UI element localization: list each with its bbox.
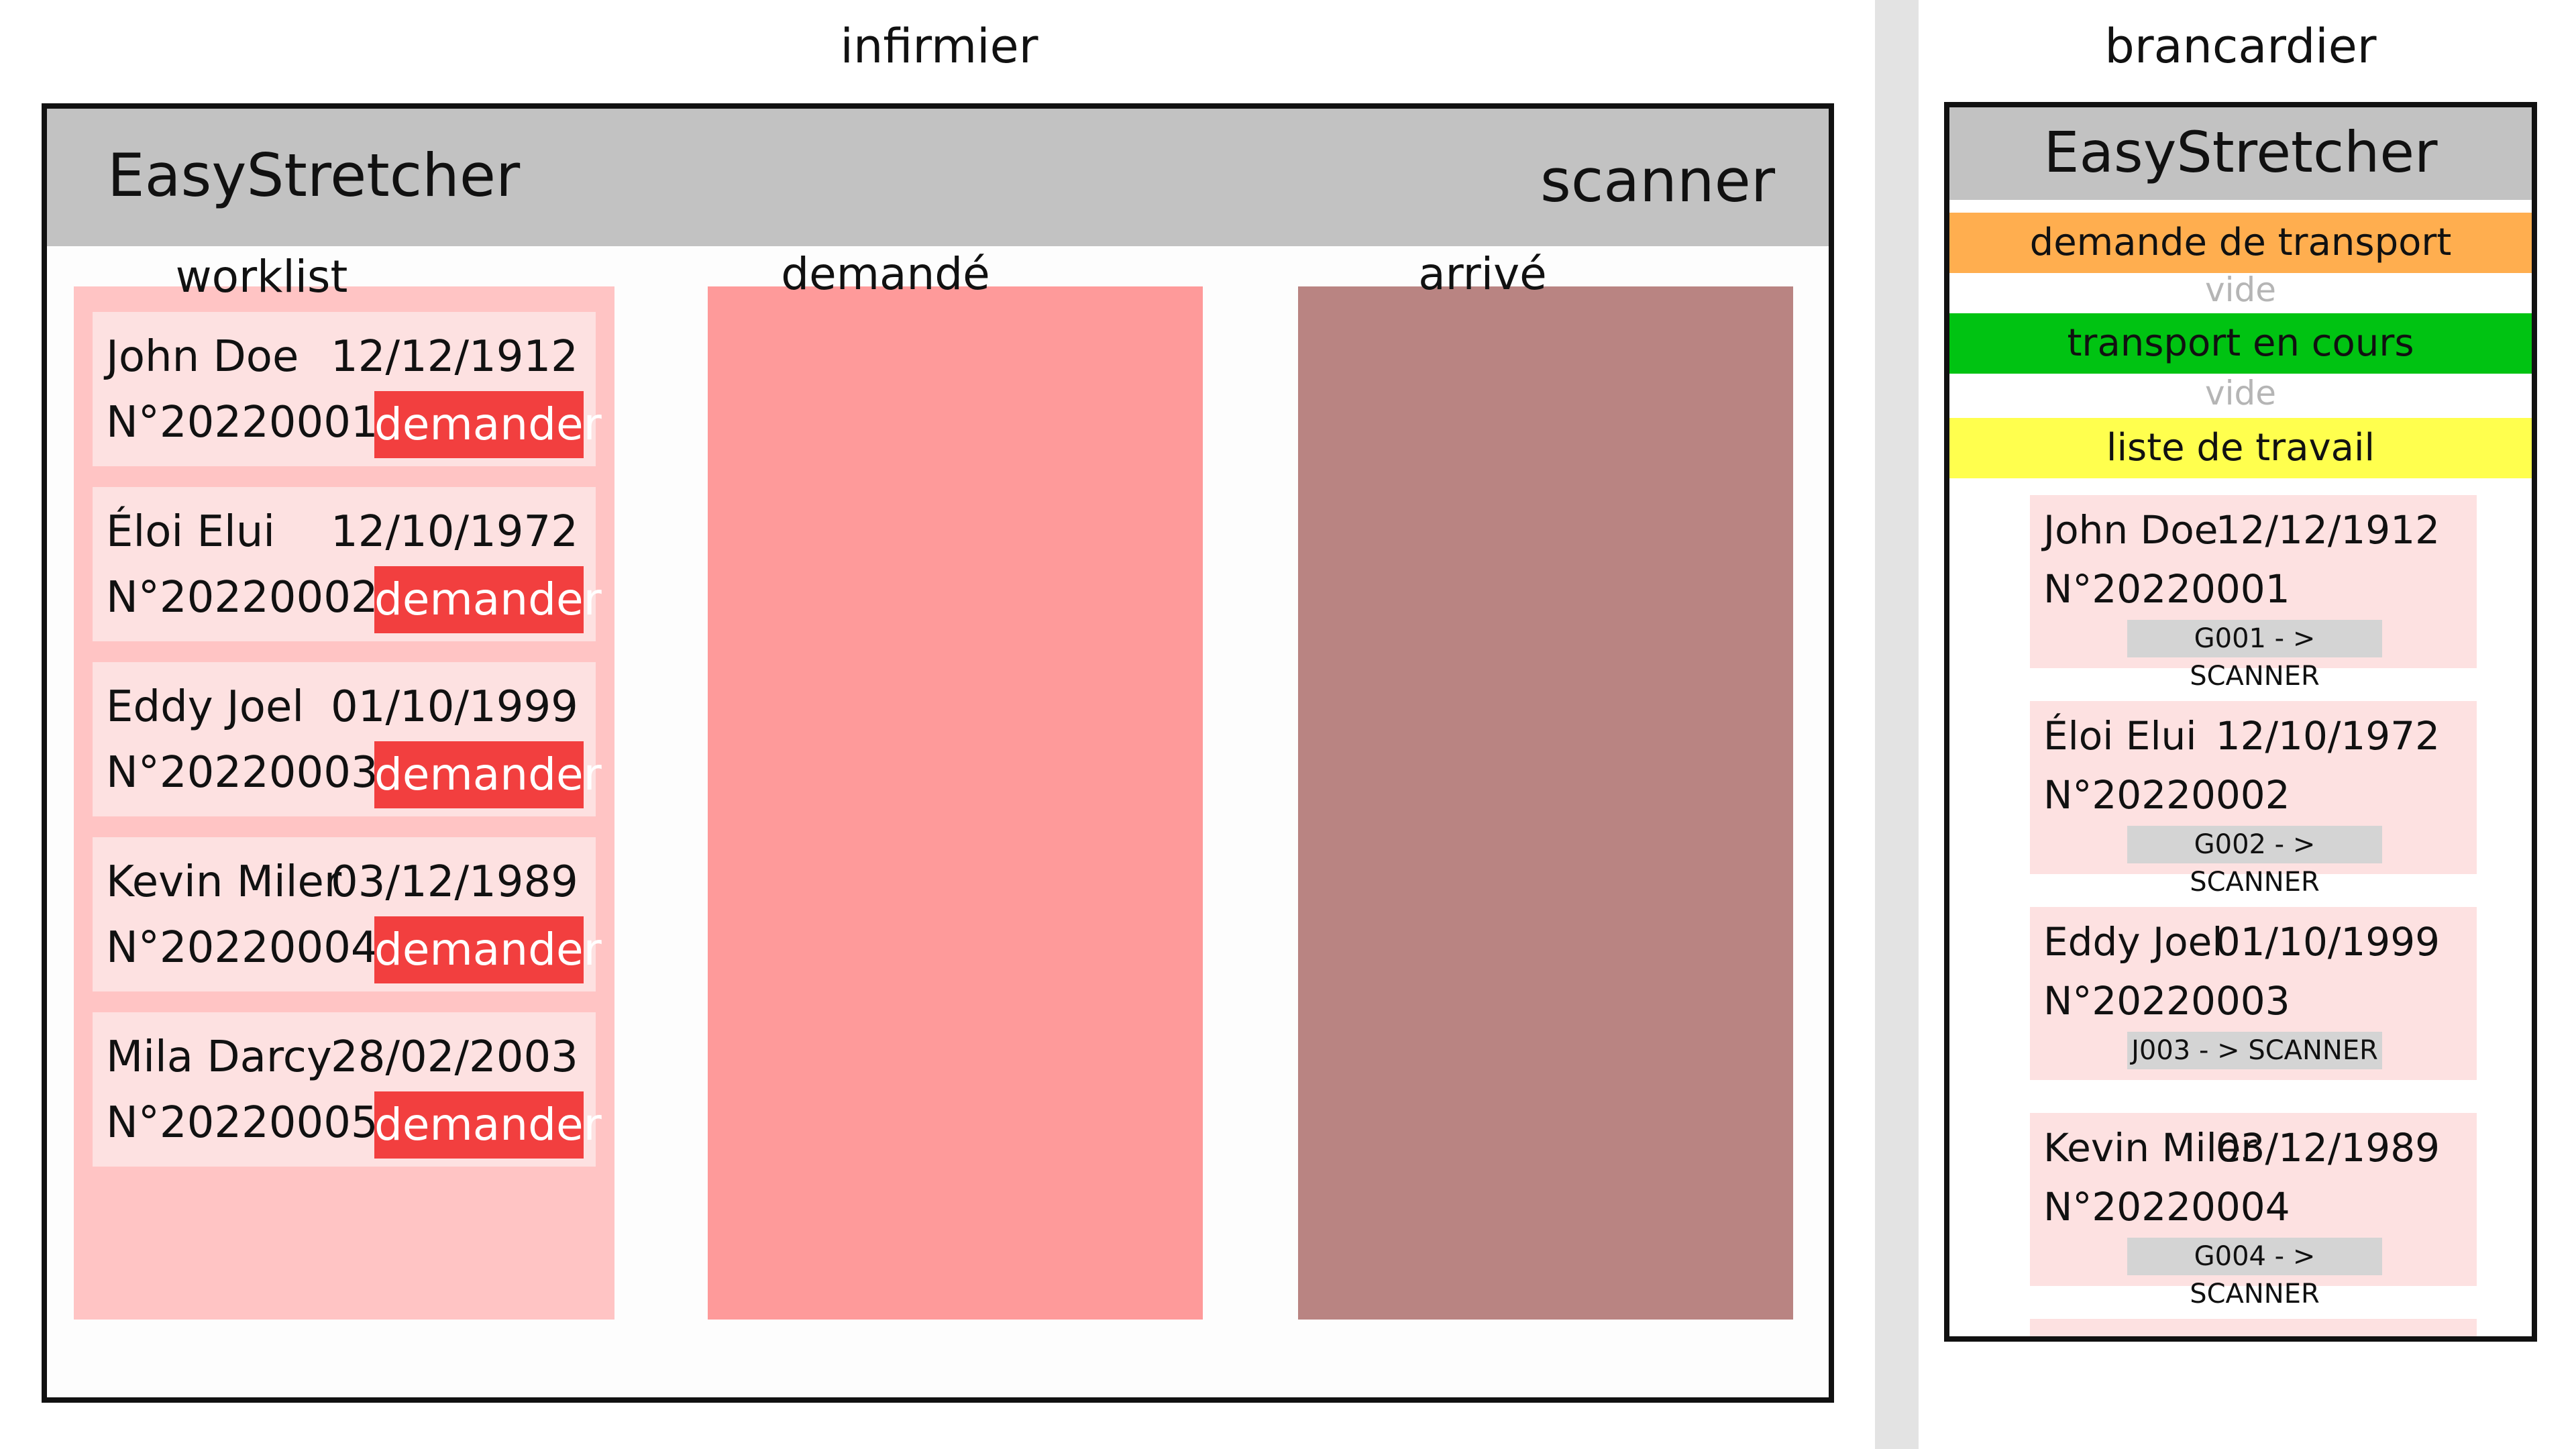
route-badge: J003 - > SCANNER bbox=[2127, 1032, 2382, 1069]
patient-birthdate: 03/12/1989 bbox=[331, 857, 578, 907]
patient-number: N°20220001 bbox=[106, 398, 378, 447]
patient-birthdate: 12/12/1912 bbox=[331, 332, 578, 382]
demander-button[interactable]: demander bbox=[374, 741, 602, 808]
app-header: EasyStretcher scanner bbox=[47, 109, 1829, 246]
patient-name: John Doe bbox=[2043, 507, 2218, 553]
patient-birthdate: 28/02/2003 bbox=[2216, 1331, 2440, 1336]
patient-birthdate: 01/10/1999 bbox=[2215, 919, 2440, 965]
patient-number: N°20220005 bbox=[106, 1098, 378, 1148]
empty-placeholder: vide bbox=[2205, 270, 2276, 309]
arrive-column-title: arrivé bbox=[1418, 248, 1547, 300]
patient-name: Eddy Joel bbox=[2043, 919, 2223, 965]
demander-button[interactable]: demander bbox=[374, 391, 602, 458]
location-label: scanner bbox=[1540, 146, 1775, 215]
patient-number: N°20220002 bbox=[2043, 772, 2290, 818]
patient-birthdate: 01/10/1999 bbox=[331, 682, 578, 732]
patient-number: N°20220001 bbox=[2043, 566, 2290, 612]
work-item-card[interactable]: Eddy Joel 01/10/1999 N°20220003 J003 - >… bbox=[2030, 907, 2477, 1080]
patient-name: John Doe bbox=[106, 332, 299, 382]
brancardier-app-window: EasyStretcher demande de transport vide … bbox=[1944, 102, 2537, 1342]
work-item-card[interactable]: Éloi Elui 12/10/1972 N°20220002 G002 - >… bbox=[2030, 701, 2477, 898]
brancardier-section-label: brancardier bbox=[2104, 19, 2377, 74]
patient-name: Kevin Miler bbox=[106, 857, 342, 907]
worklist-card: Eddy Joel 01/10/1999 N°20220003 demander bbox=[93, 662, 602, 816]
demande-column bbox=[708, 286, 1203, 1320]
work-item-card[interactable]: Kevin Miler 03/12/1989 N°20220004 G004 -… bbox=[2030, 1113, 2477, 1309]
worklist-column: John Doe 12/12/1912 N°20220001 demander … bbox=[74, 286, 614, 1320]
app-title: EasyStretcher bbox=[2043, 119, 2438, 185]
demande-column-title: demandé bbox=[781, 248, 990, 300]
patient-name: Mila Darcy bbox=[106, 1032, 332, 1082]
patient-birthdate: 12/12/1912 bbox=[2215, 507, 2440, 553]
infirmier-section-label: infirmier bbox=[840, 19, 1038, 74]
worklist-column-title: worklist bbox=[175, 251, 348, 303]
patient-name: Éloi Elui bbox=[106, 507, 276, 557]
patient-name: Eddy Joel bbox=[106, 682, 305, 732]
work-list-header[interactable]: liste de travail bbox=[1949, 418, 2532, 478]
app-title: EasyStretcher bbox=[107, 141, 521, 210]
patient-number: N°20220002 bbox=[106, 573, 378, 623]
patient-number: N°20220004 bbox=[2043, 1184, 2290, 1230]
app-header: EasyStretcher bbox=[1949, 107, 2532, 200]
demander-button[interactable]: demander bbox=[374, 916, 602, 983]
patient-number: N°20220004 bbox=[106, 923, 378, 973]
demander-button[interactable]: demander bbox=[374, 566, 602, 633]
empty-placeholder: vide bbox=[2205, 374, 2276, 413]
worklist-card: Kevin Miler 03/12/1989 N°20220004 demand… bbox=[93, 837, 602, 991]
work-item-card[interactable]: Mila Darcy 28/02/2003 bbox=[2030, 1319, 2477, 1336]
demander-button[interactable]: demander bbox=[374, 1091, 602, 1159]
route-badge: G001 - > SCANNER bbox=[2127, 620, 2382, 692]
patient-birthdate: 28/02/2003 bbox=[331, 1032, 578, 1082]
patient-birthdate: 12/10/1972 bbox=[331, 507, 578, 557]
patient-birthdate: 03/12/1989 bbox=[2215, 1125, 2440, 1171]
work-item-card[interactable]: John Doe 12/12/1912 N°20220001 G001 - > … bbox=[2030, 495, 2477, 692]
transport-request-header[interactable]: demande de transport bbox=[1949, 213, 2532, 273]
route-badge: G002 - > SCANNER bbox=[2127, 826, 2382, 898]
route-badge: G004 - > SCANNER bbox=[2127, 1238, 2382, 1309]
worklist-card: Éloi Elui 12/10/1972 N°20220002 demander bbox=[93, 487, 602, 641]
worklist-card: John Doe 12/12/1912 N°20220001 demander bbox=[93, 312, 602, 466]
section-divider bbox=[1875, 0, 1919, 1449]
patient-birthdate: 12/10/1972 bbox=[2215, 713, 2440, 759]
patient-number: N°20220003 bbox=[2043, 978, 2290, 1024]
arrive-column bbox=[1298, 286, 1793, 1320]
worklist-card: Mila Darcy 28/02/2003 N°20220005 demande… bbox=[93, 1012, 602, 1167]
patient-number: N°20220003 bbox=[106, 748, 378, 798]
transport-in-progress-header[interactable]: transport en cours bbox=[1949, 313, 2532, 374]
infirmier-app-window: EasyStretcher scanner John Doe 12/12/191… bbox=[42, 103, 1834, 1403]
patient-name: Éloi Elui bbox=[2043, 713, 2197, 759]
